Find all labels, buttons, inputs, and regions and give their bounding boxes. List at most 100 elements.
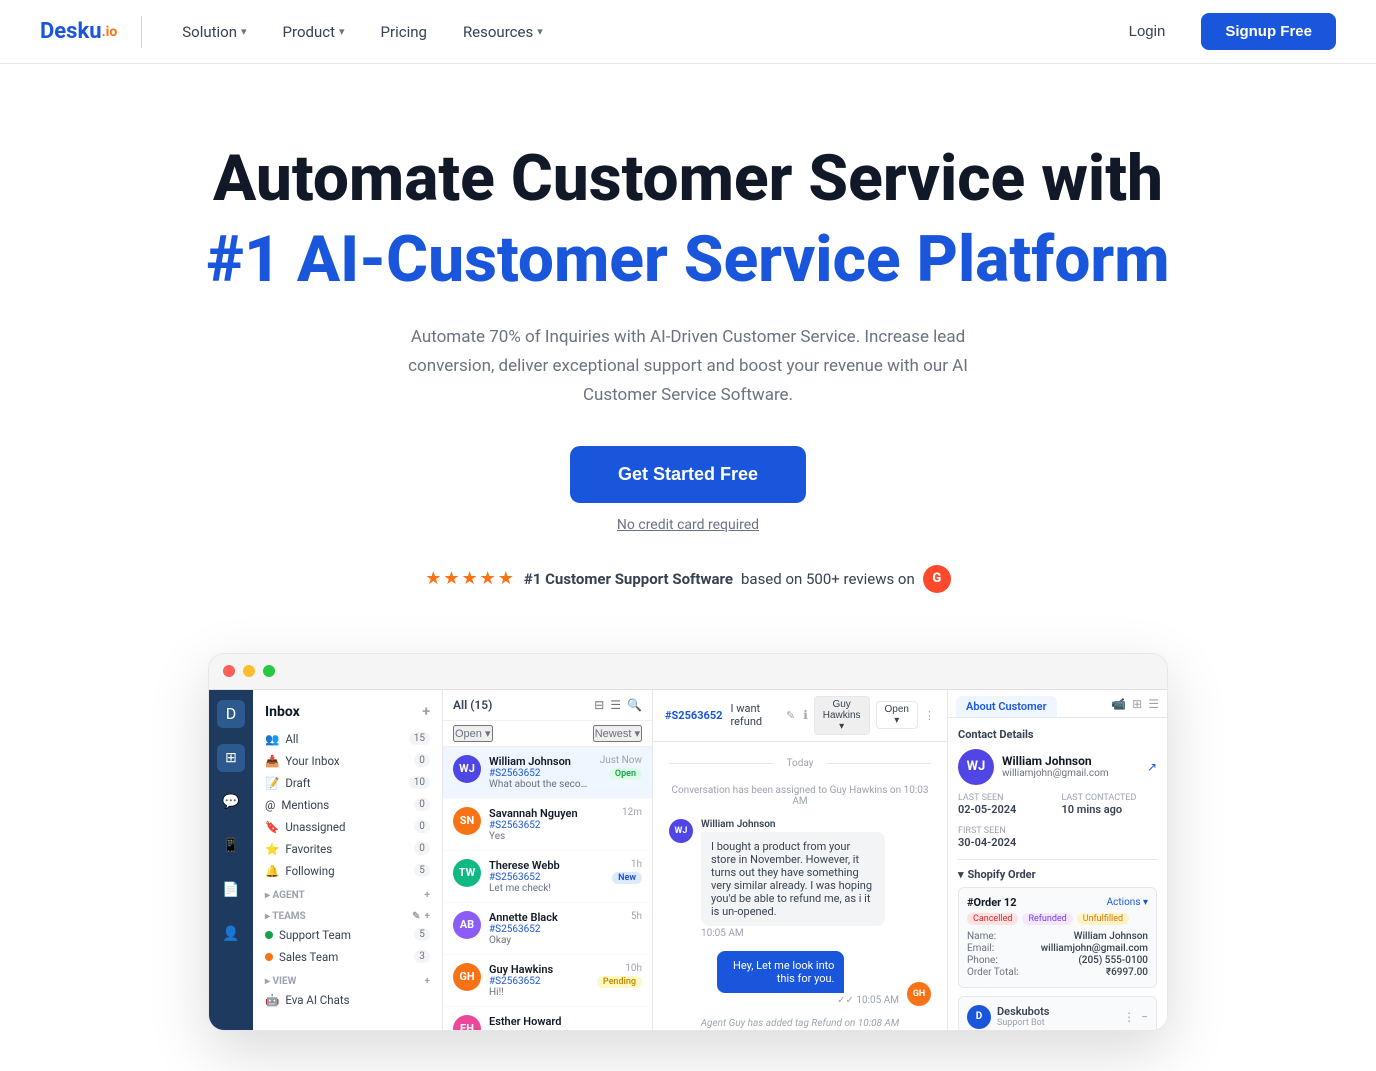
sidebar-icon-phone[interactable]: 📱	[217, 832, 245, 860]
order-id: #Order 12	[967, 896, 1017, 909]
draft-icon: 📝	[265, 776, 279, 790]
conv-badge: Pending	[597, 976, 642, 988]
list-view-icon[interactable]: ☰	[610, 698, 621, 712]
chat-header: #S2563652 I want refund ✎ ℹ Guy Hawkins …	[653, 690, 947, 742]
reviews-suffix: based on 500+ reviews on	[741, 570, 915, 588]
tab-about-customer[interactable]: About Customer	[956, 696, 1057, 717]
sidebar-icons: D ⊞ 💬 📱 📄 👤	[209, 690, 253, 1030]
g2-badge: G	[923, 565, 951, 593]
sidebar-item-support-team[interactable]: Support Team 5	[253, 924, 442, 946]
nav-pricing[interactable]: Pricing	[365, 15, 443, 49]
conv-avatar: SN	[453, 807, 481, 835]
sidebar-icon-inbox[interactable]: ⊞	[217, 744, 245, 772]
nav-product-label: Product	[283, 23, 335, 41]
sidebar-item-mentions[interactable]: @ Mentions 0	[253, 794, 442, 816]
mac-titlebar	[209, 654, 1167, 690]
conv-item[interactable]: EH Esther Howard	[443, 1007, 652, 1031]
menu-icon[interactable]: ☰	[1148, 697, 1159, 711]
conv-time: 10h	[625, 963, 642, 974]
badge-unfulfilled: Unfulfilled	[1077, 913, 1129, 925]
conv-item[interactable]: TW Therese Webb #S2563652 Let me check! …	[443, 851, 652, 903]
conv-item[interactable]: WJ William Johnson #S2563652 What about …	[443, 747, 652, 799]
mentions-label: Mentions	[281, 798, 329, 812]
login-button[interactable]: Login	[1109, 15, 1186, 48]
sidebar-item-eva-chats[interactable]: 🤖 Eva AI Chats	[253, 989, 442, 1011]
open-filter-button[interactable]: Open ▾	[453, 725, 493, 742]
unassigned-label: Unassigned	[285, 820, 345, 834]
nav-solution[interactable]: Solution ▾	[166, 15, 262, 49]
external-link-icon[interactable]: ↗	[1147, 760, 1157, 774]
order-actions-button[interactable]: Actions ▾	[1107, 897, 1148, 908]
info-icon[interactable]: ℹ	[803, 708, 808, 722]
reviews-row: ★★★★★ #1 Customer Support Software based…	[425, 565, 951, 593]
conv-avatar: EH	[453, 1015, 481, 1031]
brand-logo[interactable]: Desku . io	[40, 19, 117, 44]
sidebar-icon-logo[interactable]: D	[217, 700, 245, 728]
conv-preview: Yes	[489, 831, 614, 842]
sidebar-item-unassigned[interactable]: 🔖 Unassigned 0	[253, 816, 442, 838]
conv-item[interactable]: GH Guy Hawkins #S2563652 Hi!! 10h Pendin…	[443, 955, 652, 1007]
bot-minimize-icon[interactable]: −	[1141, 1010, 1148, 1024]
more-options-icon[interactable]: ⋮	[924, 709, 935, 722]
filter-icon[interactable]: ⊟	[594, 698, 604, 712]
your-inbox-badge: 0	[414, 754, 430, 767]
assignee-button[interactable]: Guy Hawkins ▾	[814, 696, 870, 735]
conv-item[interactable]: AB Annette Black #S2563652 Okay 5h	[443, 903, 652, 955]
nav-actions: Login Signup Free	[1109, 13, 1336, 50]
agent-note: Agent Guy has added tag Refund on 10:08 …	[669, 1018, 931, 1029]
nav-product[interactable]: Product ▾	[267, 15, 361, 49]
conv-time: 1h	[631, 859, 642, 870]
add-view-icon[interactable]: +	[425, 976, 430, 987]
sidebar-item-following[interactable]: 🔔 Following 5	[253, 860, 442, 882]
chat-header-actions: ℹ Guy Hawkins ▾ Open ▾ ⋮	[803, 696, 935, 735]
newest-filter-button[interactable]: Newest ▾	[593, 725, 642, 742]
nav-links: Solution ▾ Product ▾ Pricing Resources ▾	[166, 15, 1108, 49]
contact-details-title: Contact Details	[958, 728, 1157, 741]
sidebar-item-sales-team[interactable]: Sales Team 3	[253, 946, 442, 968]
draft-label: Draft	[285, 776, 310, 790]
agent-section-title: ▸ Agent +	[253, 882, 442, 903]
conv-list-actions: ⊟ ☰ 🔍	[594, 698, 642, 712]
edit-subject-icon[interactable]: ✎	[786, 709, 795, 722]
grid-icon[interactable]: ⊞	[1132, 697, 1142, 711]
search-icon[interactable]: 🔍	[627, 698, 642, 712]
eva-label: Eva AI Chats	[285, 993, 349, 1007]
all-badge: 15	[409, 732, 430, 745]
sidebar-item-all[interactable]: 👥 All 15	[253, 728, 442, 750]
message-time: 10:05 AM	[701, 928, 931, 939]
contact-avatar: WJ	[958, 749, 994, 785]
get-started-button[interactable]: Get Started Free	[570, 446, 806, 503]
favorites-label: Favorites	[285, 842, 332, 856]
conv-avatar: TW	[453, 859, 481, 887]
nav-resources[interactable]: Resources ▾	[447, 15, 559, 49]
add-agent-icon[interactable]: +	[425, 890, 430, 901]
add-inbox-icon[interactable]: +	[422, 704, 430, 720]
section-divider	[958, 859, 1157, 860]
edit-teams-icon[interactable]: ✎	[412, 911, 420, 922]
status-button[interactable]: Open ▾	[876, 701, 918, 729]
order-card: #Order 12 Actions ▾ Cancelled Refunded U…	[958, 887, 1157, 988]
sidebar-icon-user[interactable]: 👤	[217, 920, 245, 948]
team-dot-icon	[265, 953, 273, 961]
add-teams-icon[interactable]: +	[425, 911, 430, 922]
conv-name: Therese Webb	[489, 859, 604, 872]
conv-item[interactable]: SN Savannah Nguyen #S2563652 Yes 12m	[443, 799, 652, 851]
sidebar-icon-doc[interactable]: 📄	[217, 876, 245, 904]
signup-button[interactable]: Signup Free	[1201, 13, 1336, 50]
mac-minimize-btn	[243, 665, 255, 677]
bot-avatar: D	[967, 1005, 991, 1029]
stat-last-contacted: Last Contacted 10 mins ago	[1062, 793, 1158, 816]
today-divider: Today	[669, 758, 931, 769]
message-avatar: GH	[907, 982, 931, 1006]
sidebar-item-favorites[interactable]: ⭐ Favorites 0	[253, 838, 442, 860]
video-icon[interactable]: 📹	[1111, 697, 1126, 711]
sidebar-item-draft[interactable]: 📝 Draft 10	[253, 772, 442, 794]
bot-more-icon[interactable]: ⋮	[1123, 1010, 1135, 1024]
sidebar-main: Inbox + 👥 All 15 📥 Your Inbox 0	[253, 690, 443, 1030]
logo-desku: Desku	[40, 19, 102, 44]
conv-badge: New	[612, 872, 642, 884]
conv-avatar: WJ	[453, 755, 481, 783]
sidebar-item-your-inbox[interactable]: 📥 Your Inbox 0	[253, 750, 442, 772]
sidebar-icon-chat[interactable]: 💬	[217, 788, 245, 816]
incoming-message: WJ William Johnson I bought a product fr…	[669, 819, 931, 939]
